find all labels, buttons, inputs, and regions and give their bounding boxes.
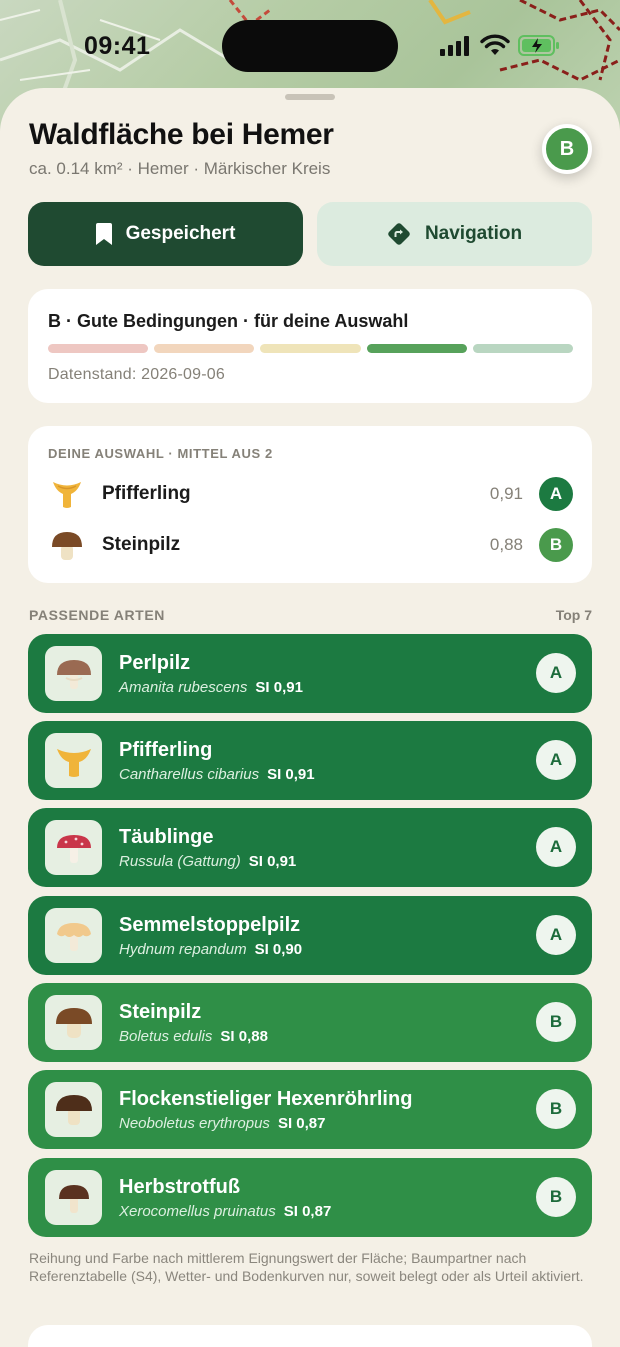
scale-segment-b — [366, 344, 467, 353]
navigation-button[interactable]: Navigation — [317, 202, 592, 266]
section-label: PASSENDE ARTEN — [29, 607, 165, 623]
selection-item-value: 0,88 — [489, 535, 523, 554]
scale-segment-e — [48, 344, 149, 353]
species-si: SI 0,91 — [267, 766, 315, 783]
species-detail: Hydnum repandum SI 0,90 — [119, 941, 302, 958]
grade-badge: B — [542, 124, 592, 174]
porcini-icon — [45, 995, 102, 1050]
bolete-icon — [45, 1082, 102, 1137]
selection-item[interactable]: Pfifferling 0,91 A — [48, 474, 573, 514]
species-latin: Cantharellus cibarius — [119, 766, 260, 783]
dynamic-island — [222, 20, 398, 72]
scale-segment-a — [472, 344, 574, 353]
scale-segment-d — [154, 344, 255, 353]
species-latin: Amanita rubescens — [119, 679, 248, 696]
species-detail: Neoboletus erythropus SI 0,87 — [119, 1115, 325, 1132]
detail-sheet: Waldfläche bei Hemer ca. 0.14 km² · Heme… — [0, 88, 620, 1347]
species-row[interactable]: Pfifferling Cantharellus cibarius SI 0,91… — [28, 721, 592, 800]
sheet-grabber[interactable] — [285, 94, 335, 100]
species-detail: Amanita rubescens SI 0,91 — [119, 679, 303, 696]
species-row[interactable]: Steinpilz Boletus edulis SI 0,88 B — [28, 983, 592, 1062]
species-detail: Russula (Gattung) SI 0,91 — [119, 853, 296, 870]
grade-scale — [48, 344, 574, 353]
wifi-icon — [480, 34, 510, 55]
species-si: SI 0,90 — [254, 941, 303, 958]
status-time: 09:41 — [84, 32, 151, 60]
species-detail: Xerocomellus pruinatus SI 0,87 — [119, 1203, 331, 1220]
next-card — [28, 1325, 592, 1347]
selection-item[interactable]: Steinpilz 0,88 B — [48, 525, 573, 565]
section-count: Top 7 — [555, 607, 592, 623]
directions-icon — [388, 223, 410, 245]
species-grade: B — [536, 1177, 576, 1217]
blusher-mushroom-icon — [45, 646, 102, 701]
species-si: SI 0,87 — [277, 1115, 326, 1132]
species-latin: Boletus edulis — [119, 1028, 213, 1045]
saved-button[interactable]: Gespeichert — [28, 202, 303, 266]
hedgehog-mushroom-icon — [45, 908, 102, 963]
species-latin: Hydnum repandum — [119, 941, 247, 958]
species-grade: B — [536, 1089, 576, 1129]
condition-title: B · Gute Bedingungen · für deine Auswahl — [48, 311, 409, 331]
chanterelle-icon — [45, 733, 102, 788]
species-grade: A — [536, 653, 576, 693]
page-title: Waldfläche bei Hemer — [29, 118, 334, 151]
cellular-signal-icon — [440, 36, 469, 56]
navigation-button-label: Navigation — [424, 223, 523, 244]
species-row[interactable]: Herbstrotfuß Xerocomellus pruinatus SI 0,… — [28, 1158, 592, 1237]
species-latin: Russula (Gattung) — [119, 853, 241, 870]
species-row[interactable]: Perlpilz Amanita rubescens SI 0,91 A — [28, 634, 592, 713]
scale-segment-c — [260, 344, 361, 353]
chanterelle-icon — [48, 475, 86, 513]
condition-card: B · Gute Bedingungen · für deine Auswahl… — [28, 289, 592, 403]
species-si: SI 0,88 — [220, 1028, 268, 1045]
bookmark-icon — [95, 223, 112, 245]
page-subtitle: ca. 0.14 km² · Hemer · Märkischer Kreis — [29, 159, 331, 178]
species-detail: Cantharellus cibarius SI 0,91 — [119, 766, 315, 783]
species-row[interactable]: Täublinge Russula (Gattung) SI 0,91 A — [28, 808, 592, 887]
data-date: Datenstand: 2026-09-06 — [48, 366, 225, 383]
status-bar: 09:41 — [0, 0, 620, 90]
battery-charging-icon — [518, 35, 559, 56]
species-name: Täublinge — [119, 826, 214, 848]
species-name: Herbstrotfuß — [119, 1176, 241, 1198]
species-si: SI 0,87 — [283, 1203, 332, 1220]
species-grade: A — [536, 740, 576, 780]
species-si: SI 0,91 — [248, 853, 297, 870]
red-cracking-bolete-icon — [45, 1170, 102, 1225]
species-row[interactable]: Flockenstieliger Hexenröhrling Neoboletu… — [28, 1070, 592, 1149]
selection-card: DEINE AUSWAHL · MITTEL AUS 2 Pfifferling… — [28, 426, 592, 583]
saved-button-label: Gespeichert — [125, 223, 236, 244]
selection-heading: DEINE AUSWAHL · MITTEL AUS 2 — [48, 446, 273, 461]
selection-item-grade: A — [539, 477, 573, 511]
species-name: Perlpilz — [119, 652, 191, 674]
species-grade: B — [536, 1002, 576, 1042]
species-grade: A — [536, 827, 576, 867]
species-name: Flockenstieliger Hexenröhrling — [119, 1088, 413, 1110]
porcini-icon — [48, 526, 86, 564]
species-detail: Boletus edulis SI 0,88 — [119, 1028, 268, 1045]
species-latin: Xerocomellus pruinatus — [119, 1203, 276, 1220]
species-latin: Neoboletus erythropus — [119, 1115, 270, 1132]
species-row[interactable]: Semmelstoppelpilz Hydnum repandum SI 0,90… — [28, 896, 592, 975]
selection-item-value: 0,91 — [489, 484, 523, 503]
selection-item-grade: B — [539, 528, 573, 562]
selection-item-name: Steinpilz — [102, 534, 181, 555]
species-grade: A — [536, 915, 576, 955]
species-name: Steinpilz — [119, 1001, 202, 1023]
species-name: Semmelstoppelpilz — [119, 914, 301, 936]
species-si: SI 0,91 — [255, 679, 303, 696]
species-name: Pfifferling — [119, 739, 213, 761]
footnote: Reihung und Farbe nach mittlerem Eignung… — [29, 1250, 584, 1284]
selection-item-name: Pfifferling — [102, 483, 191, 504]
russula-icon — [45, 820, 102, 875]
